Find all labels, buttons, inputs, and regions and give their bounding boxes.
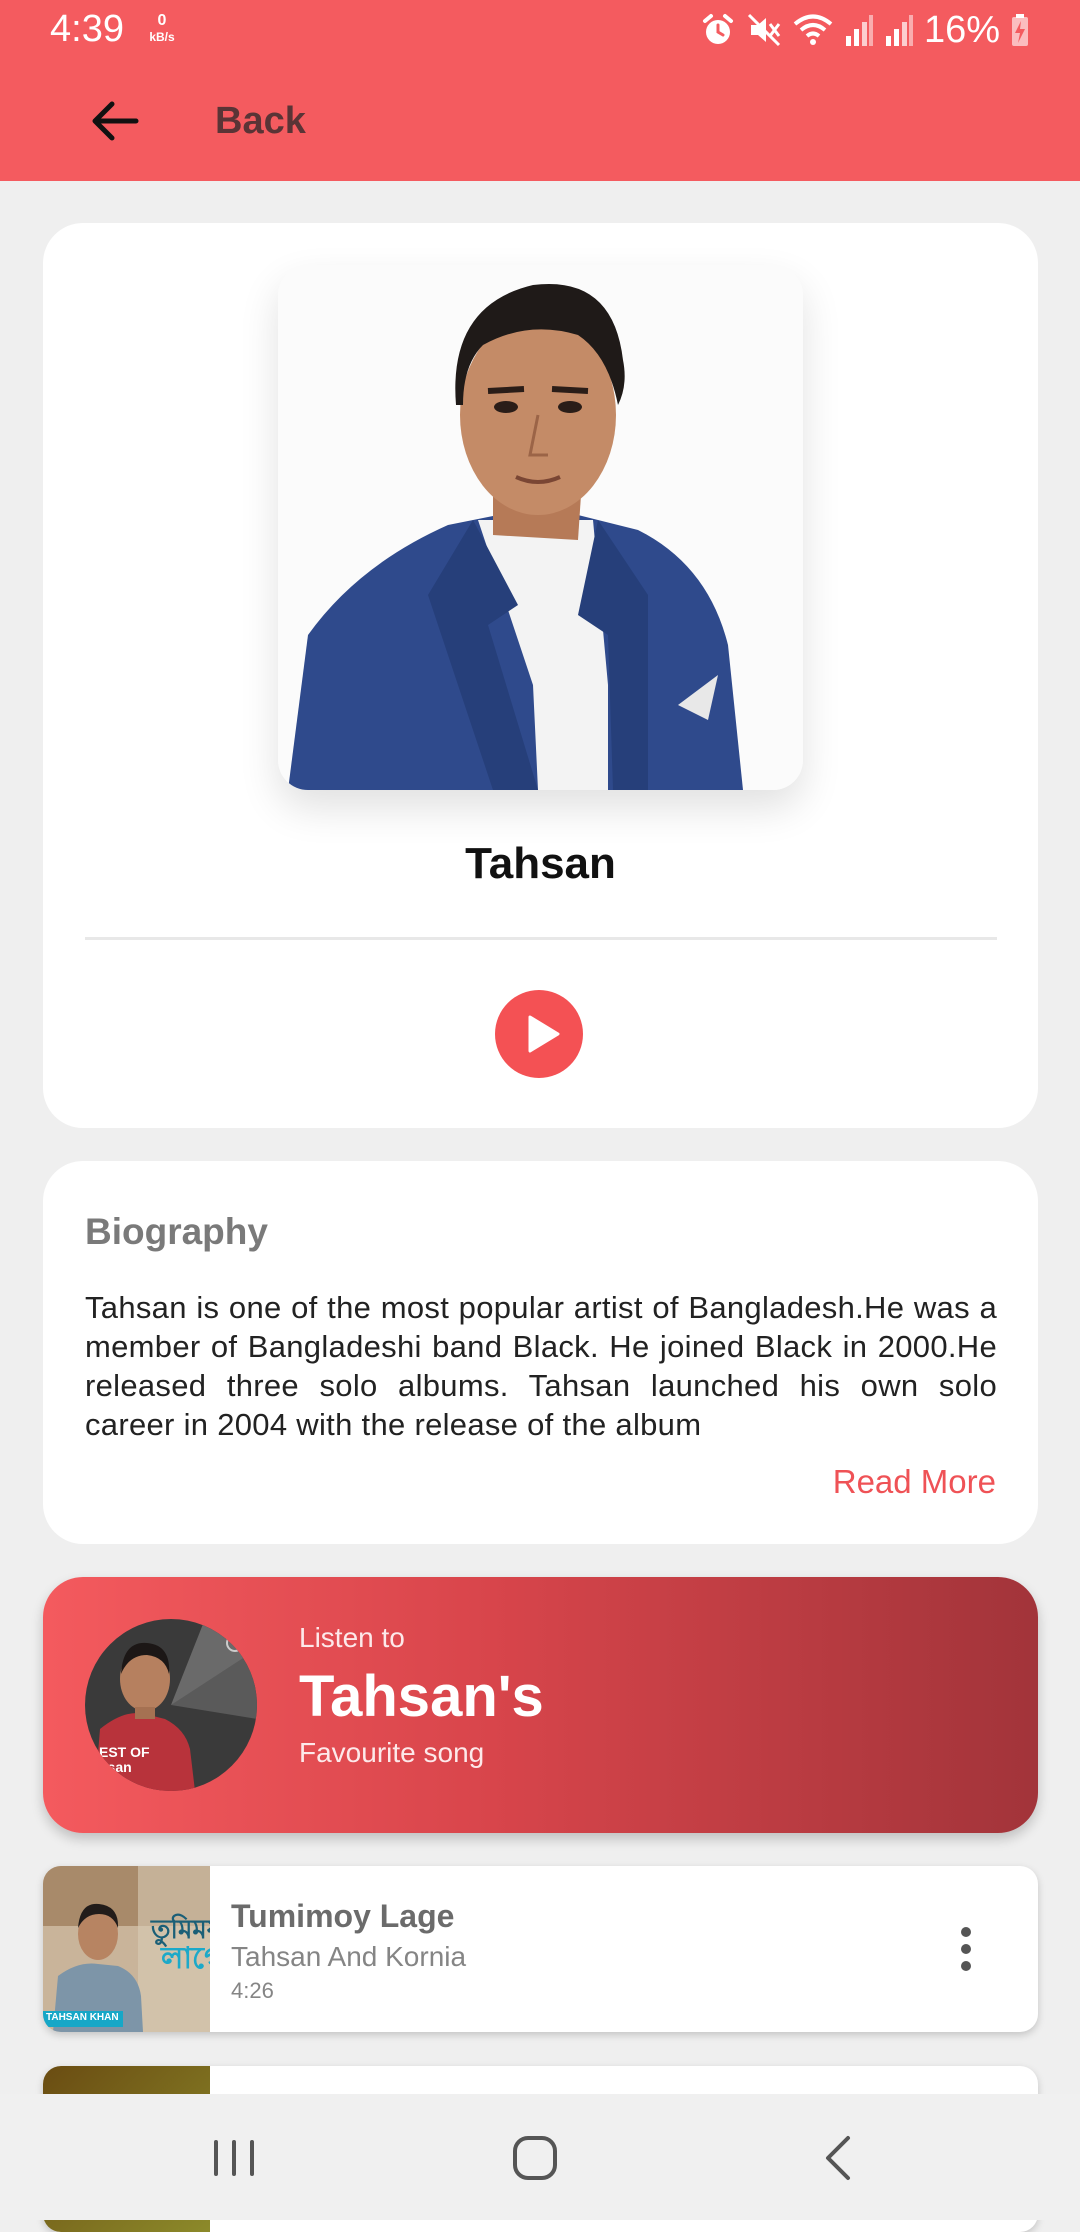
song-duration: 4:26 — [231, 1978, 274, 2003]
read-more-link[interactable]: Read More — [833, 1463, 996, 1501]
play-icon — [528, 1015, 560, 1053]
song-thumbnail: তুমিময় লাগে TAHSAN KHAN — [43, 1866, 210, 2032]
signal-icon — [845, 15, 873, 46]
artist-portrait-image — [278, 265, 803, 790]
divider — [85, 937, 997, 940]
song-artist: Tahsan And Kornia — [231, 1941, 467, 1972]
play-button[interactable] — [495, 990, 583, 1078]
signal-icon-2 — [885, 15, 913, 46]
top-bar: 4:39 0 kB/s 16% Back — [0, 0, 1080, 181]
back-arrow-icon[interactable] — [86, 96, 142, 146]
alarm-icon — [702, 14, 733, 44]
song-title: Tumimoy Lage — [231, 1898, 455, 1934]
status-time: 4:39 — [50, 8, 124, 50]
favourite-artist-name: Tahsan's — [299, 1664, 544, 1729]
artist-name: Tahsan — [465, 839, 616, 888]
battery-percent: 16% — [923, 8, 1000, 51]
home-icon[interactable] — [505, 2132, 565, 2184]
recent-apps-icon[interactable] — [204, 2132, 264, 2184]
biography-title: Biography — [85, 1211, 268, 1252]
nav-back-icon[interactable] — [810, 2132, 870, 2184]
favourite-song-banner[interactable]: EST OF hsan Listen to Tahsan's Favourite … — [43, 1577, 1038, 1833]
favourite-album-avatar: EST OF hsan — [85, 1619, 257, 1791]
more-options-icon[interactable] — [956, 1924, 976, 1974]
system-nav-bar — [0, 2094, 1080, 2220]
svg-text:লাগে: লাগে — [160, 1941, 210, 1976]
app-bar: Back — [0, 60, 1080, 181]
status-icons: 16% — [700, 8, 1030, 52]
back-button[interactable]: Back — [215, 100, 306, 143]
artist-photo — [278, 265, 803, 790]
song-cover-image: তুমিময় লাগে — [43, 1866, 210, 2032]
battery-charging-icon — [1012, 14, 1028, 46]
network-speed-value: 0 — [157, 12, 167, 29]
status-bar: 4:39 0 kB/s 16% — [0, 0, 1080, 60]
biography-card: Biography Tahsan is one of the most popu… — [43, 1161, 1038, 1544]
mute-icon — [747, 13, 781, 47]
song-list-item[interactable]: তুমিময় লাগে TAHSAN KHAN Tumimoy Lage Ta… — [43, 1866, 1038, 2032]
favourite-listen-to: Listen to — [299, 1622, 405, 1653]
song-thumb-caption: TAHSAN KHAN — [46, 2012, 119, 2023]
artist-card: Tahsan — [43, 223, 1038, 1128]
network-speed-unit: kB/s — [149, 30, 175, 44]
wifi-icon — [793, 14, 833, 45]
favourite-subtitle: Favourite song — [299, 1737, 485, 1768]
album-cover-caption: EST OF hsan — [99, 1744, 150, 1775]
network-speed: 0 kB/s — [142, 12, 182, 46]
biography-text: Tahsan is one of the most popular artist… — [85, 1290, 997, 1442]
